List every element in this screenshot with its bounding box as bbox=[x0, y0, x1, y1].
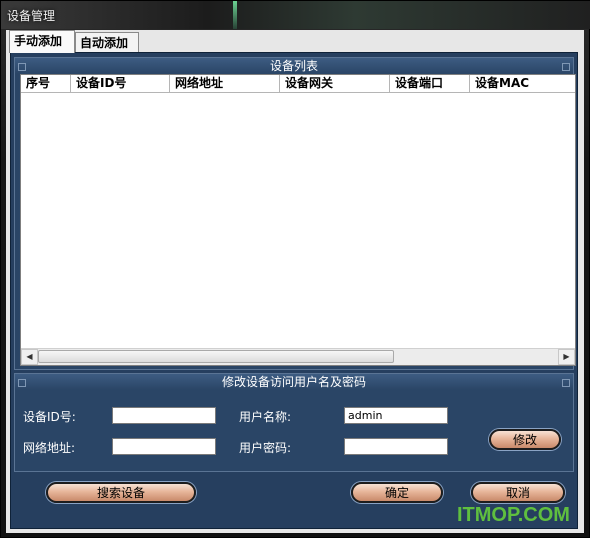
username-label: 用户名称: bbox=[239, 410, 292, 424]
device-id-label: 设备ID号: bbox=[23, 410, 76, 424]
column-header-gateway[interactable]: 设备网关 bbox=[280, 75, 390, 92]
username-input[interactable]: admin bbox=[344, 407, 448, 424]
tab-manual-add[interactable]: 手动添加 bbox=[9, 30, 75, 53]
corner-decoration bbox=[18, 63, 26, 71]
password-input[interactable] bbox=[344, 438, 448, 455]
corner-decoration bbox=[18, 379, 26, 387]
scroll-right-button[interactable]: ▶ bbox=[558, 349, 575, 365]
content-panel: 设备列表 序号 设备ID号 网络地址 设备网关 设备端口 设备MAC ◀ ▶ 修… bbox=[10, 52, 578, 529]
device-manager-window: 设备管理 手动添加 自动添加 设备列表 序号 设备ID号 网络地址 设备网关 设… bbox=[0, 0, 590, 538]
title-bar-glow bbox=[233, 1, 237, 29]
column-header-ip-address[interactable]: 网络地址 bbox=[170, 75, 280, 92]
window-title: 设备管理 bbox=[7, 9, 56, 23]
device-list-group: 设备列表 序号 设备ID号 网络地址 设备网关 设备端口 设备MAC ◀ ▶ bbox=[14, 57, 576, 370]
ok-button[interactable]: 确定 bbox=[351, 482, 443, 503]
client-area: 手动添加 自动添加 设备列表 序号 设备ID号 网络地址 设备网关 设备端口 设… bbox=[6, 30, 584, 533]
column-header-mac[interactable]: 设备MAC bbox=[470, 75, 575, 92]
column-header-index[interactable]: 序号 bbox=[21, 75, 71, 92]
scroll-left-button[interactable]: ◀ bbox=[21, 349, 38, 365]
device-list-title-text: 设备列表 bbox=[269, 59, 318, 73]
device-id-input[interactable] bbox=[112, 407, 216, 424]
credentials-group: 修改设备访问用户名及密码 设备ID号: 网络地址: 用户名称: admin 用户… bbox=[14, 373, 574, 472]
corner-decoration bbox=[562, 63, 570, 71]
search-devices-button[interactable]: 搜索设备 bbox=[46, 482, 196, 503]
watermark: ITMOP.COM bbox=[457, 504, 570, 526]
tab-bar: 手动添加 自动添加 bbox=[6, 30, 584, 53]
column-header-port[interactable]: 设备端口 bbox=[390, 75, 470, 92]
scroll-thumb[interactable] bbox=[38, 350, 394, 363]
corner-decoration bbox=[562, 379, 570, 387]
table-header: 序号 设备ID号 网络地址 设备网关 设备端口 设备MAC bbox=[21, 75, 575, 93]
device-list-title: 设备列表 bbox=[15, 58, 573, 74]
modify-button[interactable]: 修改 bbox=[489, 429, 561, 450]
ip-address-label: 网络地址: bbox=[23, 441, 76, 455]
horizontal-scrollbar[interactable]: ◀ ▶ bbox=[21, 348, 575, 365]
tab-auto-add[interactable]: 自动添加 bbox=[75, 32, 139, 52]
column-header-device-id[interactable]: 设备ID号 bbox=[71, 75, 170, 92]
cancel-button[interactable]: 取消 bbox=[471, 482, 565, 503]
credentials-title: 修改设备访问用户名及密码 bbox=[15, 374, 573, 390]
ip-address-input[interactable] bbox=[112, 438, 216, 455]
title-bar[interactable]: 设备管理 bbox=[1, 1, 590, 29]
password-label: 用户密码: bbox=[239, 441, 292, 455]
device-list-table[interactable]: 序号 设备ID号 网络地址 设备网关 设备端口 设备MAC ◀ ▶ bbox=[20, 74, 576, 366]
credentials-title-text: 修改设备访问用户名及密码 bbox=[221, 375, 366, 389]
